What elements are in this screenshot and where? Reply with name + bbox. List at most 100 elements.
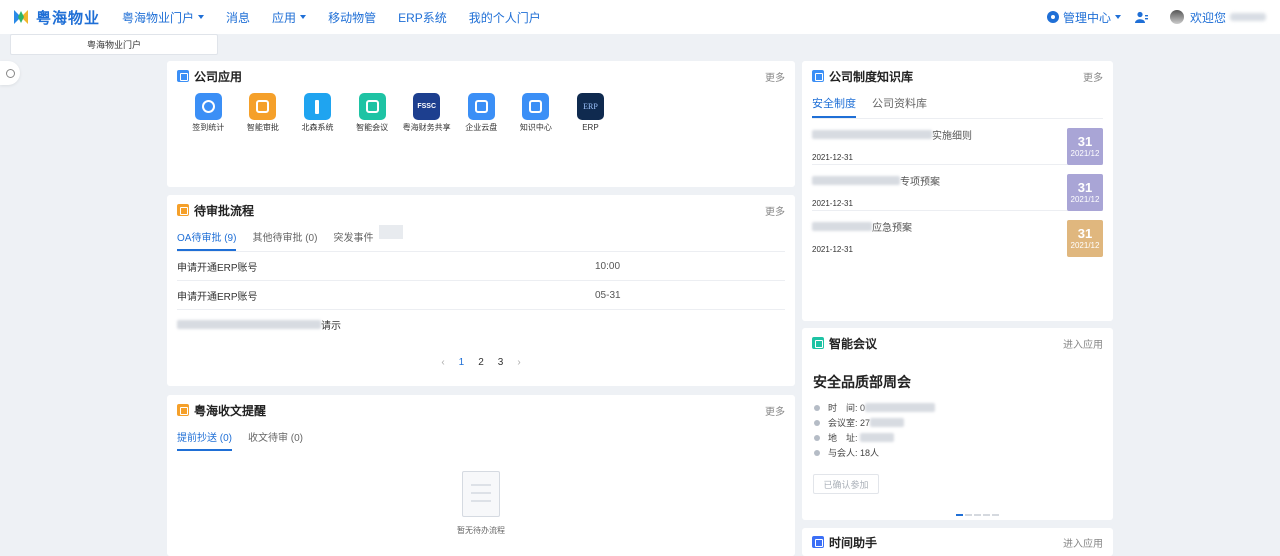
location-pin-icon [194,93,222,120]
more-link[interactable]: 更多 [765,403,785,418]
app-checkin-stats[interactable]: 签到统计 [181,93,236,132]
tab-emergency[interactable]: 突发事件 [333,225,373,251]
app-beisen[interactable]: 北森系统 [290,93,345,132]
time-assistant-card: 时间助手 进入应用 [802,528,1113,556]
policy-knowledge-card: 公司制度知识库 更多 安全制度 公司资料库 实施细则 2021-12-31 31… [802,61,1113,321]
smart-meeting-card: 智能会议 进入应用 安全品质部周会 时 间: 0 会议室: 27 地 址: 与会… [802,328,1113,520]
row-label: 与会人: [828,448,858,458]
more-link[interactable]: 更多 [765,69,785,84]
nav-portal[interactable]: 粤海物业门户 [122,9,205,26]
sidebar-toggle[interactable] [0,61,20,85]
enter-app-link[interactable]: 进入应用 [1063,336,1103,351]
confirmed-attend-button[interactable]: 已确认参加 [813,474,879,494]
app-smart-meeting[interactable]: 智能会议 [345,93,400,132]
brand-logo[interactable]: 粤海物业 [12,7,100,28]
kb-date: 2021-12-31 [812,245,853,254]
card-title: 智能会议 [829,336,878,351]
meeting-room-row: 会议室: 27 [814,415,1113,430]
admin-center-menu[interactable]: 管理中心 [1046,9,1121,26]
nav-apps[interactable]: 应用 [272,9,307,26]
list-item[interactable]: 申请开通ERP账号 05-31 [177,281,785,310]
badge-day: 31 [1077,226,1093,241]
redacted-text [860,433,895,442]
nav-mobile-label: 移动物管 [328,10,377,25]
meeting-screen-icon [358,93,386,120]
approval-list: 申请开通ERP账号 10:00 申请开通ERP账号 05-31 请示 [167,252,795,339]
page-1[interactable]: 1 [459,357,465,368]
app-cloud-disk[interactable]: 企业云盘 [454,93,509,132]
app-smart-approval[interactable]: 智能审批 [236,93,291,132]
carousel-dot[interactable] [992,514,999,516]
date-badge: 31 2021/12 [1067,174,1103,211]
pagination: ‹ 1 2 3 › [167,357,795,368]
card-header: 时间助手 进入应用 [802,528,1113,556]
row-label: 时 间: [828,403,858,413]
receipt-tabs: 提前抄送 (0) 收文待审 (0) [177,425,785,451]
chevron-down-icon [1114,15,1121,19]
card-title: 粤海收文提醒 [194,403,267,418]
badge-day: 31 [1077,134,1093,149]
app-erp[interactable]: ERP ERP [563,93,618,132]
list-item[interactable]: 应急预案 2021-12-31 31 2021/12 [812,211,1103,257]
enter-app-link[interactable]: 进入应用 [1063,535,1103,550]
person-icon [814,449,820,456]
list-item[interactable]: 请示 [177,310,785,339]
app-label: ERP [582,123,599,132]
card-header: 粤海收文提醒 更多 [167,395,795,425]
brand-name: 粤海物业 [36,9,101,27]
app-finance-shared[interactable]: FSSC 粤海财务共享 [399,93,454,132]
empty-state: 暂无待办流程 [167,471,795,536]
welcome-text: 欢迎您 [1189,10,1226,25]
tab-other-pending[interactable]: 其他待审批 (0) [252,225,317,251]
date-badge: 31 2021/12 [1067,128,1103,165]
kb-list: 实施细则 2021-12-31 31 2021/12 专项预案 2021-12-… [802,119,1113,257]
app-label: 签到统计 [192,123,225,132]
app-label: 北森系统 [301,123,334,132]
meeting-title: 安全品质部周会 [813,374,911,390]
user-manage-button[interactable] [1134,11,1148,23]
list-item[interactable]: 专项预案 2021-12-31 31 2021/12 [812,165,1103,211]
app-label: 智能会议 [356,123,389,132]
next-page-icon[interactable]: › [517,357,520,368]
nav-messages-label: 消息 [226,10,251,25]
app-knowledge-center[interactable]: 知识中心 [509,93,564,132]
receipt-icon [177,404,189,416]
more-link[interactable]: 更多 [1083,69,1103,84]
chevron-down-icon [300,15,307,19]
tab-oa-pending[interactable]: OA待审批 (9) [177,225,237,251]
nav-personal-portal[interactable]: 我的个人门户 [469,9,541,26]
list-item[interactable]: 申请开通ERP账号 10:00 [177,252,785,281]
carousel-dot[interactable] [983,514,990,516]
meeting-details: 时 间: 0 会议室: 27 地 址: 与会人: 18人 [814,400,1113,460]
kb-date: 2021-12-31 [812,153,853,162]
nav-messages[interactable]: 消息 [226,9,250,26]
list-item[interactable]: 实施细则 2021-12-31 31 2021/12 [812,119,1103,165]
tab-receipt-review[interactable]: 收文待审 (0) [248,425,303,451]
app-label: 粤海财务共享 [402,123,451,132]
nav-erp[interactable]: ERP系统 [398,9,447,26]
app-label: 知识中心 [519,123,552,132]
nav-right-group: 管理中心 欢迎您 [1033,9,1266,26]
approval-icon [177,204,189,216]
nav-portal-label: 粤海物业门户 [122,10,195,25]
page-2[interactable]: 2 [478,357,484,368]
tab-cc-early[interactable]: 提前抄送 (0) [177,425,232,451]
meeting-time-row: 时 间: 0 [814,400,1113,415]
prev-page-icon[interactable]: ‹ [441,357,444,368]
location-pin-icon [814,434,820,441]
portal-dropdown-item[interactable]: 粤海物业门户 [10,34,218,55]
room-icon [814,419,820,426]
tab-safety-policy[interactable]: 安全制度 [812,91,856,118]
nav-mobile[interactable]: 移动物管 [328,9,376,26]
redacted-text [177,320,321,329]
calendar-icon [812,536,824,548]
carousel-dot[interactable] [956,514,963,516]
admin-center-label: 管理中心 [1062,10,1111,25]
user-menu[interactable]: 欢迎您 [1169,9,1266,26]
tab-company-docs[interactable]: 公司资料库 [872,91,927,118]
carousel-indicator[interactable] [842,514,1113,516]
more-link[interactable]: 更多 [765,203,785,218]
carousel-dot[interactable] [965,514,972,516]
page-3[interactable]: 3 [498,357,504,368]
carousel-dot[interactable] [974,514,981,516]
